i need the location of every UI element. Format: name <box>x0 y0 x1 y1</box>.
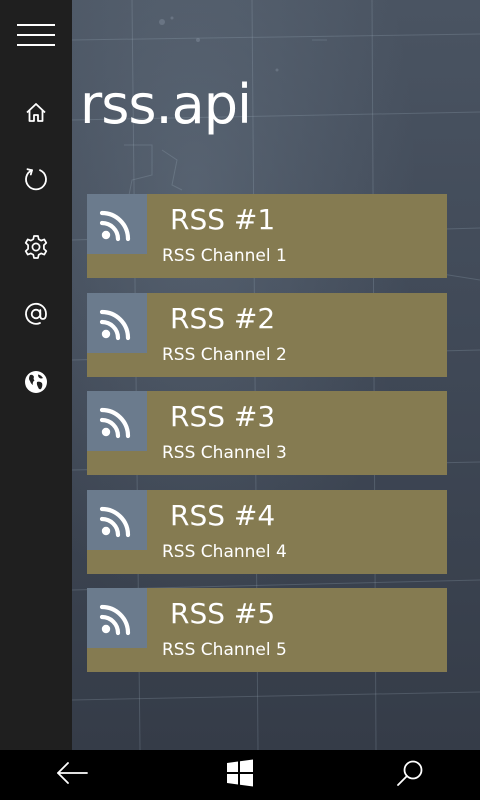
feed-subtitle: RSS Channel 5 <box>162 640 287 660</box>
rss-icon <box>87 489 147 550</box>
back-button[interactable] <box>52 758 92 792</box>
feed-item[interactable]: RSS #3 RSS Channel 3 <box>87 391 447 475</box>
feed-title: RSS #2 <box>170 301 276 335</box>
start-button[interactable] <box>220 758 260 792</box>
search-button[interactable] <box>390 758 430 792</box>
feed-item[interactable]: RSS #4 RSS Channel 4 <box>87 489 447 574</box>
rss-icon <box>87 391 147 451</box>
feed-item[interactable]: RSS #1 RSS Channel 1 <box>87 194 447 278</box>
at-sign-icon <box>23 301 49 331</box>
page-title: rss.api <box>80 73 252 136</box>
refresh-icon <box>23 166 49 196</box>
feed-subtitle: RSS Channel 4 <box>162 541 287 562</box>
feed-subtitle: RSS Channel 1 <box>162 246 287 266</box>
globe-icon <box>24 370 48 398</box>
feed-title: RSS #5 <box>170 597 276 630</box>
feed-title: RSS #1 <box>170 203 276 236</box>
hamburger-menu-icon[interactable] <box>17 24 55 46</box>
system-navigation-bar <box>0 750 480 800</box>
feed-subtitle: RSS Channel 3 <box>162 443 287 463</box>
rss-icon <box>87 292 147 353</box>
refresh-button[interactable] <box>16 161 56 201</box>
home-button[interactable] <box>16 95 56 135</box>
home-icon <box>24 101 48 129</box>
sidebar <box>0 0 72 750</box>
back-arrow-icon <box>55 760 89 790</box>
feed-list: RSS #1 RSS Channel 1 RSS #2 RSS Channel … <box>87 194 447 687</box>
feed-item[interactable]: RSS #5 RSS Channel 5 <box>87 588 447 672</box>
settings-button[interactable] <box>16 229 56 269</box>
feed-title: RSS #4 <box>170 498 276 532</box>
feed-item[interactable]: RSS #2 RSS Channel 2 <box>87 292 447 377</box>
rss-icon <box>87 588 147 648</box>
search-icon <box>395 758 425 792</box>
rss-icon <box>87 194 147 254</box>
gear-icon <box>23 234 49 264</box>
contact-button[interactable] <box>16 296 56 336</box>
web-button[interactable] <box>16 364 56 404</box>
feed-subtitle: RSS Channel 2 <box>162 344 287 365</box>
feed-title: RSS #3 <box>170 400 276 433</box>
app-window: rss.api RSS #1 RSS Channel 1 RSS #2 RSS … <box>0 0 480 800</box>
windows-start-icon <box>225 758 255 792</box>
